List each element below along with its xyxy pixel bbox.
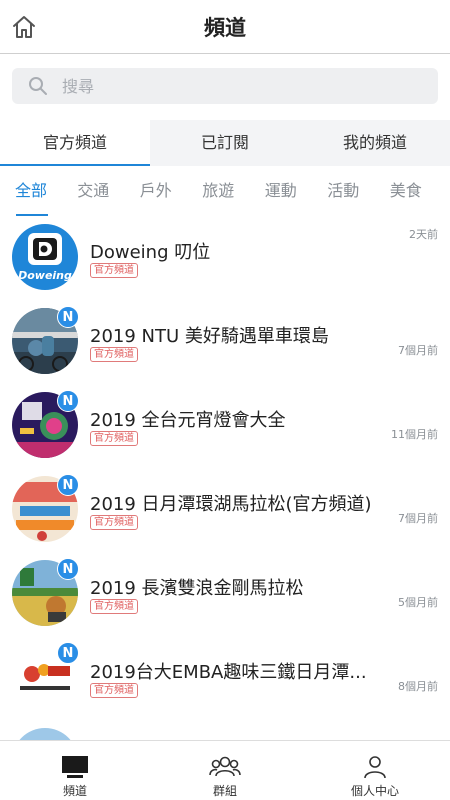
app-header: 頻道 [0,0,450,54]
channel-time: 8個月前 [398,680,438,693]
category-bar: 全部 交通 戶外 旅遊 運動 活動 美食 [0,166,450,216]
channel-title: 2019 全台元宵燈會大全 [90,410,286,431]
nav-label: 群組 [212,784,237,798]
official-channel-tag: 官方頻道 [90,431,138,446]
channel-item-lantern-festival[interactable]: N 2019 全台元宵燈會大全 官方頻道 11個月前 [0,384,450,468]
channel-item-changbin-marathon[interactable]: N 2019 長濱雙浪金剛馬拉松 官方頻道 5個月前 [0,552,450,636]
category-food[interactable]: 美食 [375,166,438,216]
new-badge: N [57,474,79,496]
tab-my-channels[interactable]: 我的頻道 [300,120,450,166]
channel-time: 7個月前 [398,512,438,525]
search-input[interactable] [62,68,422,104]
official-channel-tag: 官方頻道 [90,683,138,698]
channel-tabs: 官方頻道 已訂閱 我的頻道 [0,120,450,166]
category-traffic[interactable]: 交通 [62,166,125,216]
category-outdoor[interactable]: 戶外 [125,166,188,216]
category-events[interactable]: 活動 [312,166,375,216]
channel-list: Doweing Doweing 叨位 官方頻道 2天前 N 2019 NTU 美… [0,216,450,740]
official-channel-tag: 官方頻道 [90,347,138,362]
tab-official-channels[interactable]: 官方頻道 [0,120,150,166]
search-icon [28,76,48,96]
channel-title: 2019 日月潭環湖馬拉松(官方頻道) [90,494,372,515]
channel-time: 7個月前 [398,344,438,357]
tab-subscribed[interactable]: 已訂閱 [150,120,300,166]
channel-time: 11個月前 [391,428,438,441]
channel-time: 5個月前 [398,596,438,609]
new-badge: N [57,306,79,328]
channel-item-partial[interactable] [0,720,450,740]
category-travel[interactable]: 旅遊 [187,166,250,216]
search-bar[interactable] [12,68,438,104]
nav-profile[interactable]: 個人中心 [300,741,450,800]
nav-label: 頻道 [62,784,87,798]
channel-item-ntu-emba-triathlon[interactable]: N 2019台大EMBA趣味三鐵日月潭... 官方頻道 8個月前 [0,636,450,720]
bottom-nav: 頻道 群組 個人中心 [0,740,450,800]
nav-label: 個人中心 [350,784,399,798]
channel-time: 2天前 [409,228,438,241]
nav-groups[interactable]: 群組 [150,741,300,800]
svg-text:Doweing: Doweing [18,269,72,282]
category-all[interactable]: 全部 [0,166,62,216]
new-badge: N [57,642,79,664]
channel-item-doweing[interactable]: Doweing Doweing 叨位 官方頻道 2天前 [0,216,450,300]
group-icon [209,755,241,783]
new-badge: N [57,558,79,580]
person-icon [363,755,387,783]
channel-avatar [12,728,78,740]
channel-title: Doweing 叨位 [90,242,211,263]
official-channel-tag: 官方頻道 [90,515,138,530]
channel-item-sun-moon-lake-marathon[interactable]: N 2019 日月潭環湖馬拉松(官方頻道) 官方頻道 7個月前 [0,468,450,552]
official-channel-tag: 官方頻道 [90,263,138,278]
official-channel-tag: 官方頻道 [90,599,138,614]
channel-title: 2019台大EMBA趣味三鐵日月潭... [90,662,367,683]
new-badge: N [57,390,79,412]
nav-channels[interactable]: 頻道 [0,741,150,800]
channel-item-ntu-cycling[interactable]: N 2019 NTU 美好騎遇單車環島 官方頻道 7個月前 [0,300,450,384]
channel-title: 2019 長濱雙浪金剛馬拉松 [90,578,304,599]
channel-avatar: Doweing [12,224,78,290]
tv-icon [61,755,89,783]
category-sports[interactable]: 運動 [250,166,313,216]
channel-title: 2019 NTU 美好騎遇單車環島 [90,326,329,347]
page-title: 頻道 [204,16,246,40]
